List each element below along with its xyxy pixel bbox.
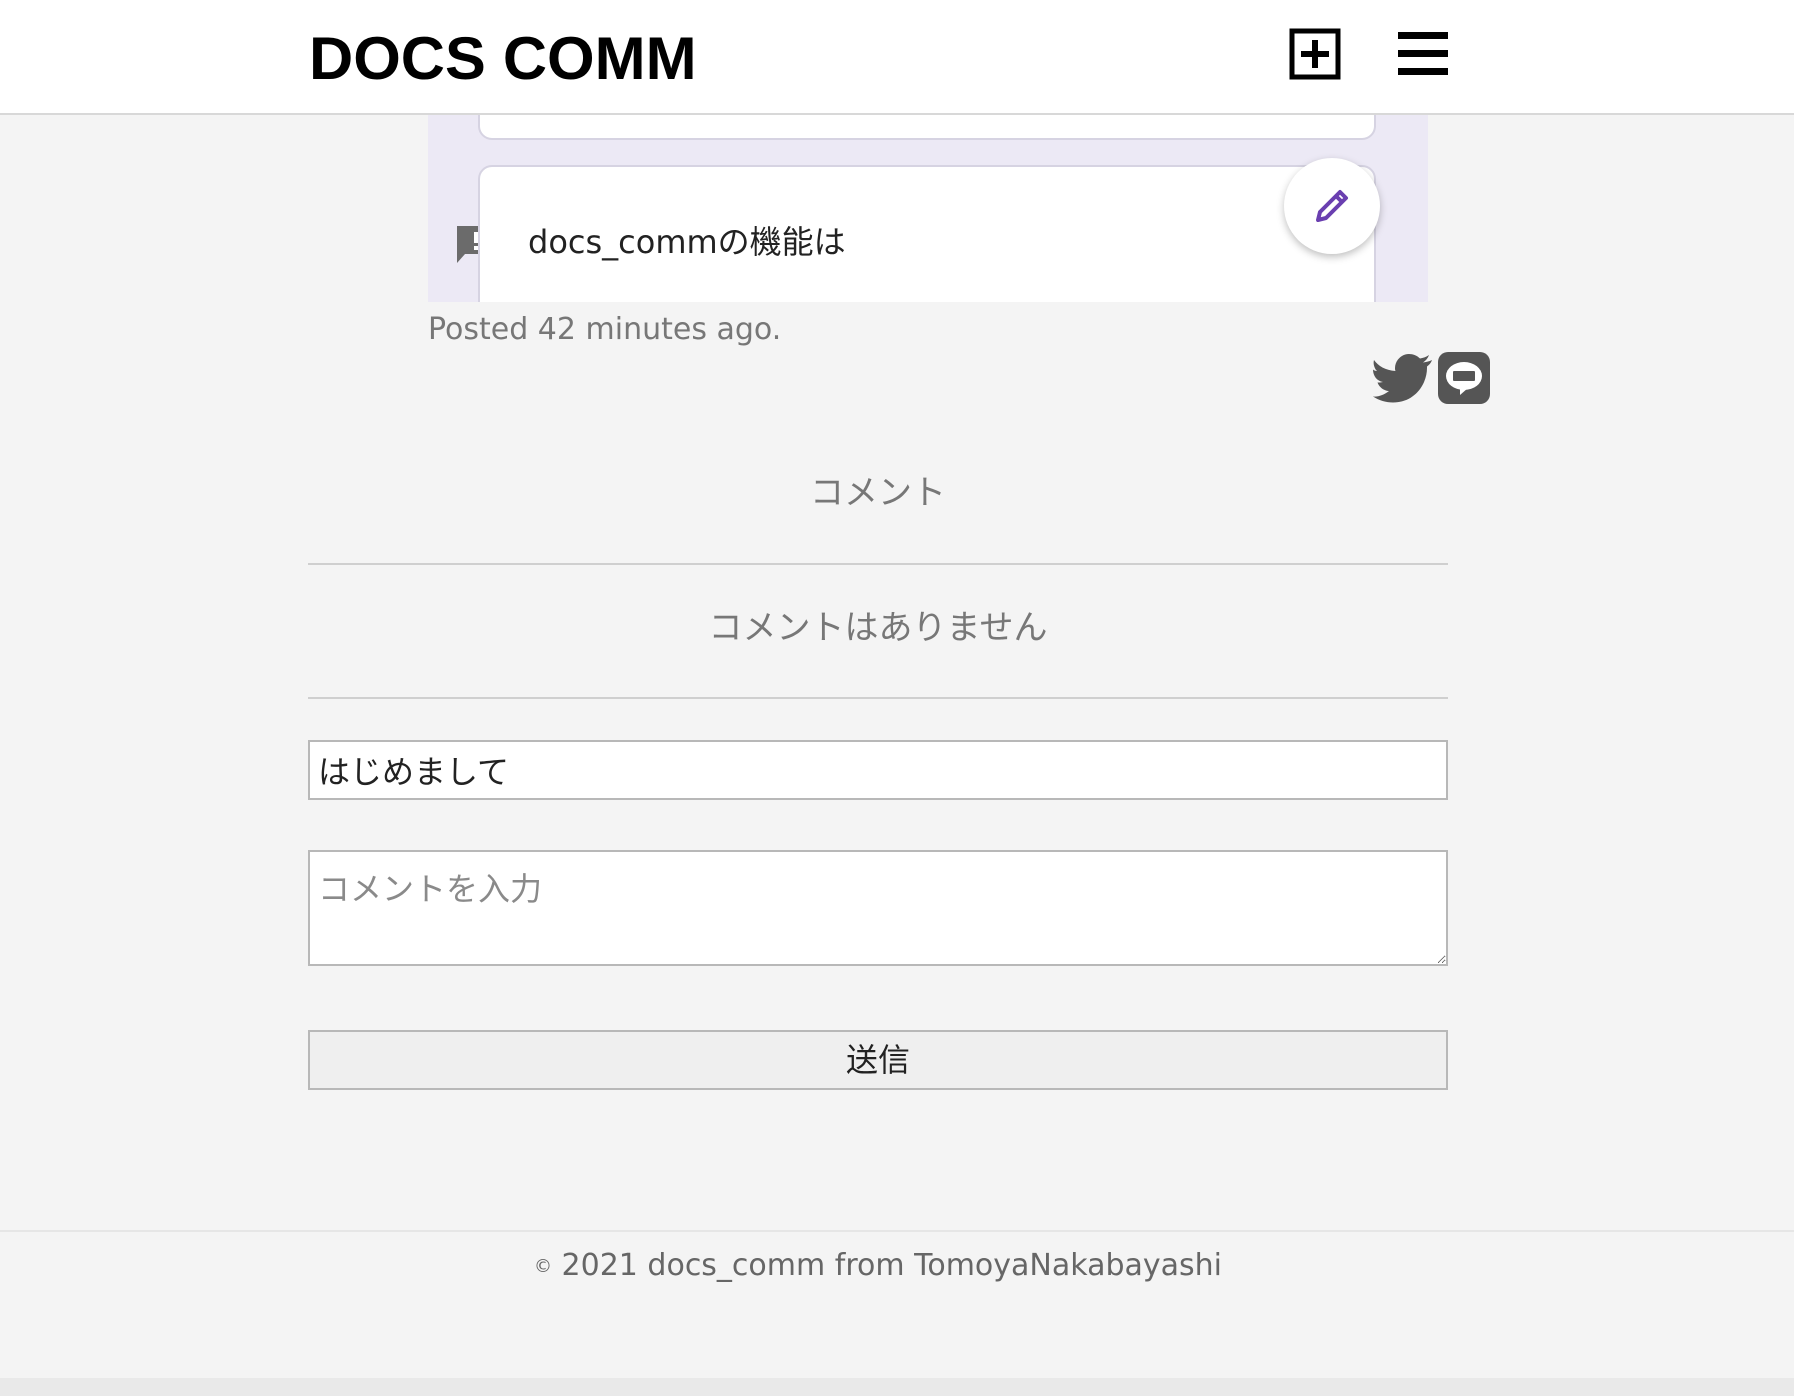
document-preview[interactable]: docs_commの機能は bbox=[428, 115, 1428, 302]
hamburger-menu-icon[interactable] bbox=[1397, 28, 1449, 80]
footer-divider bbox=[0, 1230, 1794, 1232]
comment-textarea[interactable] bbox=[308, 850, 1448, 966]
line-icon[interactable] bbox=[1438, 352, 1490, 404]
comments-heading: コメント bbox=[810, 473, 946, 513]
edit-button[interactable] bbox=[1284, 158, 1380, 254]
submit-button[interactable]: 送信 bbox=[308, 1030, 1448, 1090]
card-text: docs_commの機能は bbox=[528, 223, 846, 261]
bottom-band bbox=[0, 1378, 1794, 1396]
site-logo[interactable]: DOCS COMM bbox=[309, 24, 697, 93]
footer-text: 2021 docs_comm from TomoyaNakabayashi bbox=[561, 1248, 1223, 1283]
header: DOCS COMM bbox=[0, 0, 1794, 115]
title-input[interactable] bbox=[308, 740, 1448, 800]
posted-time: Posted 42 minutes ago. bbox=[428, 312, 782, 347]
plus-square-icon[interactable] bbox=[1289, 28, 1341, 80]
divider bbox=[308, 697, 1448, 699]
copyright-symbol: © bbox=[533, 1256, 552, 1277]
divider bbox=[308, 563, 1448, 565]
pencil-icon bbox=[1316, 190, 1348, 222]
document-card[interactable]: docs_commの機能は bbox=[478, 165, 1376, 302]
no-comments-message: コメントはありません bbox=[708, 608, 1048, 648]
previous-card bbox=[478, 115, 1376, 140]
twitter-icon[interactable] bbox=[1372, 352, 1432, 404]
footer: © 2021 docs_comm from TomoyaNakabayashi bbox=[0, 1248, 1756, 1283]
